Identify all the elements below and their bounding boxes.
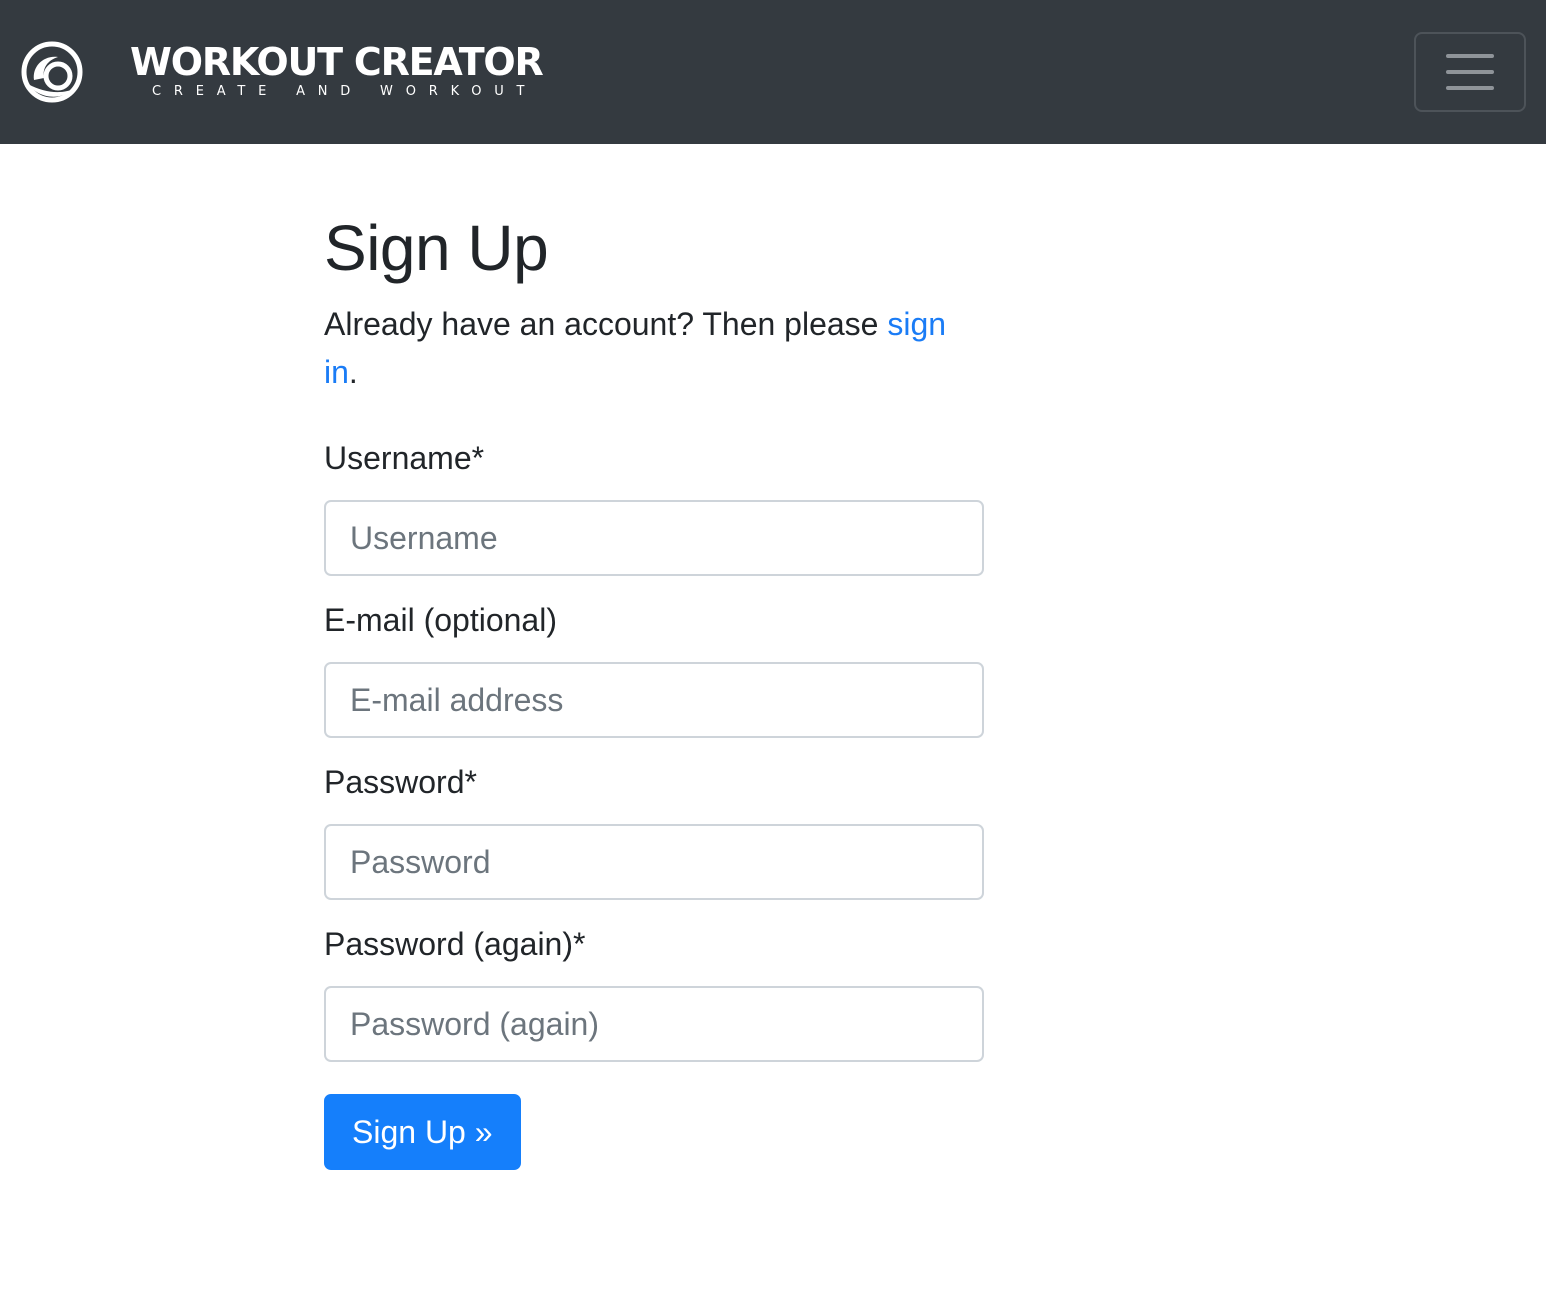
- email-label: E-mail (optional): [324, 602, 557, 638]
- password-again-label: Password (again)*: [324, 926, 586, 962]
- password-again-group: Password (again)*: [324, 920, 984, 1062]
- brand-tagline: CREATE AND WORKOUT: [152, 84, 538, 99]
- password-input[interactable]: [324, 824, 984, 900]
- brand-name-link[interactable]: WORKOUT CREATOR CREATE AND WORKOUT: [130, 40, 544, 104]
- username-group: Username*: [324, 434, 984, 576]
- password-group: Password*: [324, 758, 984, 900]
- page-title: Sign Up: [324, 212, 549, 284]
- sign-up-button[interactable]: Sign Up »: [324, 1094, 521, 1170]
- signin-prompt: Already have an account? Then please sig…: [324, 300, 984, 396]
- signup-form: Username* E-mail (optional) Password* Pa…: [324, 434, 984, 1170]
- signin-prompt-end: .: [348, 354, 358, 390]
- email-input[interactable]: [324, 662, 984, 738]
- email-group: E-mail (optional): [324, 596, 984, 738]
- password-label: Password*: [324, 764, 477, 800]
- username-input[interactable]: [324, 500, 984, 576]
- signin-prompt-text: Already have an account? Then please: [324, 306, 888, 342]
- brand-title: WORKOUT CREATOR: [130, 40, 544, 84]
- menu-toggle-button[interactable]: [1414, 32, 1526, 112]
- circle-swoosh-logo-icon: [21, 41, 83, 103]
- top-navbar: WORKOUT CREATOR CREATE AND WORKOUT: [0, 0, 1546, 144]
- brand-logo-link[interactable]: [20, 40, 84, 104]
- username-label: Username*: [324, 440, 485, 476]
- password-again-input[interactable]: [324, 986, 984, 1062]
- signup-content: Sign Up Already have an account? Then pl…: [324, 200, 984, 1170]
